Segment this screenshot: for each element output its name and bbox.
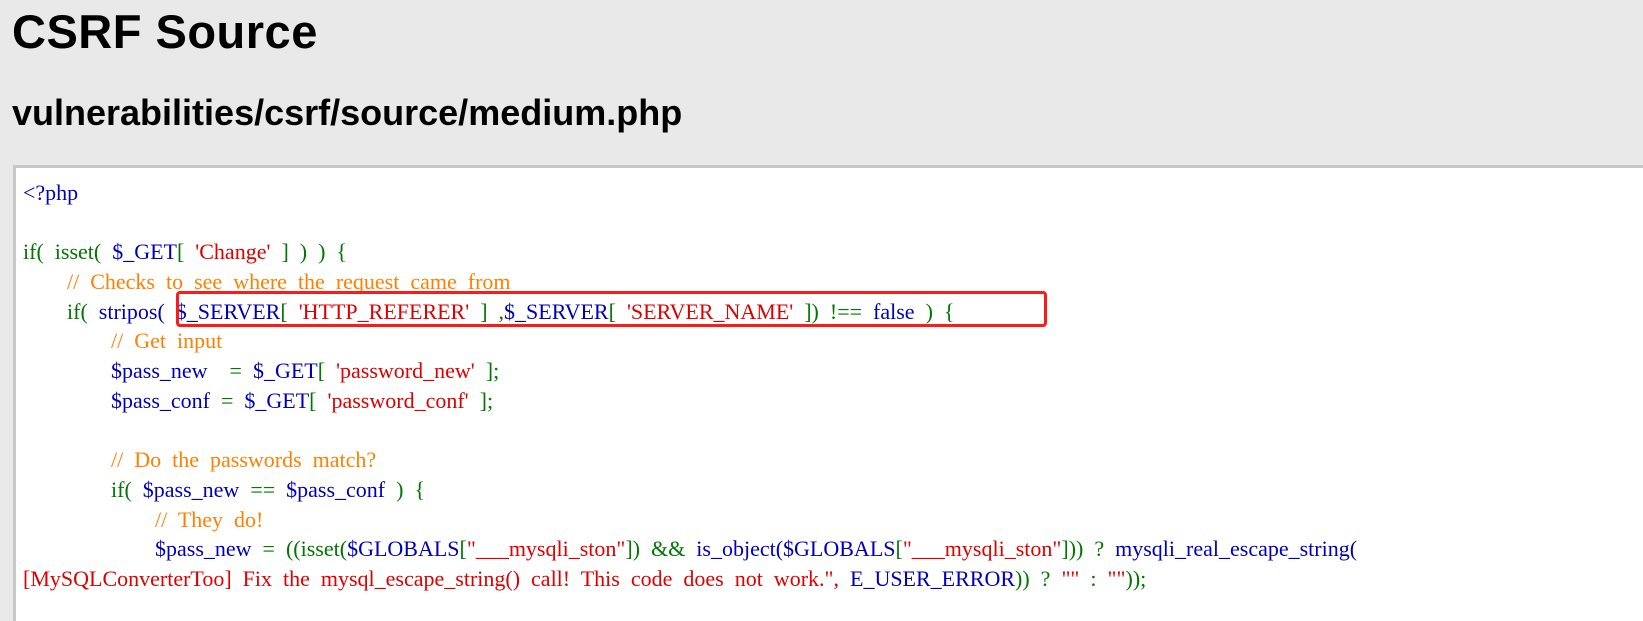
code-token: 'password_new': [336, 358, 475, 384]
code-token: ]): [793, 298, 830, 324]
code-token: $GLOBALS: [783, 536, 896, 562]
code-token: [: [280, 298, 299, 324]
code-line: $pass_new = $_GET[ 'password_new' ];: [23, 356, 1357, 386]
code-token: if( isset(: [23, 239, 113, 265]
code-token: 'Change': [195, 239, 271, 265]
code-token: [MySQLConverterToo] Fix the mysql_escape…: [23, 565, 839, 591]
code-token: 'SERVER_NAME': [626, 298, 794, 324]
code-token: $_SERVER: [175, 298, 281, 324]
code-token: $pass_new: [155, 536, 252, 562]
source-file-path: vulnerabilities/csrf/source/medium.php: [12, 92, 683, 133]
code-token: =: [209, 387, 245, 413]
code-line: // Get input: [23, 326, 1357, 356]
code-token: [: [895, 536, 903, 562]
code-token: 'password_conf': [327, 387, 469, 413]
code-token: $_SERVER: [504, 298, 609, 324]
code-token: 'HTTP_REFERER': [298, 298, 470, 324]
code-token: $_GET: [244, 387, 310, 413]
code-token: // Checks to see where the request came …: [67, 269, 511, 295]
code-token: =: [251, 536, 286, 562]
code-token: [: [608, 298, 627, 324]
code-line: if( isset( $_GET[ 'Change' ] ) ) {: [23, 237, 1357, 267]
code-line: $pass_new = ((isset($GLOBALS["___mysqli_…: [23, 534, 1357, 564]
code-token: ] ,: [469, 298, 505, 324]
code-token: :: [1079, 565, 1108, 591]
code-token: $pass_new: [111, 358, 208, 384]
code-token: $_GET: [252, 358, 318, 384]
code-line: [MySQLConverterToo] Fix the mysql_escape…: [23, 564, 1357, 594]
code-token: ((isset(: [285, 536, 348, 562]
code-token: ) {: [914, 298, 955, 324]
code-line: // They do!: [23, 505, 1357, 535]
code-token: $GLOBALS: [347, 536, 460, 562]
code-token: false: [873, 298, 915, 324]
code-token: // They do!: [155, 506, 264, 532]
code-token: =: [207, 358, 253, 384]
code-token: ) {: [385, 476, 426, 502]
page-title: CSRF Source: [12, 5, 318, 58]
code-line: $pass_conf = $_GET[ 'password_conf' ];: [23, 386, 1357, 416]
code-token: is_object(: [696, 536, 784, 562]
code-line: if( $pass_new == $pass_conf ) {: [23, 475, 1357, 505]
code-token: [: [317, 358, 337, 384]
code-token: $pass_conf: [111, 387, 210, 413]
code-token: ] ) ) {: [270, 239, 347, 265]
code-token: [: [176, 239, 196, 265]
code-token: E_USER_ERROR: [850, 565, 1016, 591]
php-source-code: <?php if( isset( $_GET[ 'Change' ] ) ) {…: [23, 178, 1357, 594]
code-token: $_GET: [112, 239, 177, 265]
code-token: // Do the passwords match?: [111, 447, 377, 473]
code-token: ));: [1125, 565, 1147, 591]
code-token: stripos(: [98, 298, 176, 324]
code-token: "": [1107, 565, 1126, 591]
code-token: if(: [23, 476, 143, 502]
code-token: "": [1061, 565, 1080, 591]
code-line: <?php: [23, 178, 1357, 208]
code-token: $pass_new: [142, 476, 240, 502]
code-line: // Checks to see where the request came …: [23, 267, 1357, 297]
code-token: ]) &&: [625, 536, 697, 562]
code-token: [: [459, 536, 467, 562]
code-token: ];: [474, 358, 500, 384]
code-token: )) ?: [1015, 565, 1062, 591]
source-code-panel: <?php if( isset( $_GET[ 'Change' ] ) ) {…: [13, 165, 1643, 621]
code-token: ];: [468, 387, 494, 413]
code-line: if( stripos( $_SERVER[ 'HTTP_REFERER' ] …: [23, 297, 1357, 327]
code-token: !==: [829, 298, 874, 324]
code-token: "___mysqli_ston": [902, 536, 1062, 562]
code-token: ==: [239, 476, 287, 502]
code-token: ])) ?: [1061, 536, 1116, 562]
code-token: <?php: [23, 180, 79, 205]
code-token: if(: [23, 298, 99, 324]
code-token: "___mysqli_ston": [466, 536, 626, 562]
code-token: mysqli_real_escape_string(: [1115, 536, 1358, 562]
code-token: // Get input: [111, 328, 223, 354]
code-token: [: [309, 387, 328, 413]
code-line: // Do the passwords match?: [23, 445, 1357, 475]
code-token: $pass_conf: [286, 476, 386, 502]
